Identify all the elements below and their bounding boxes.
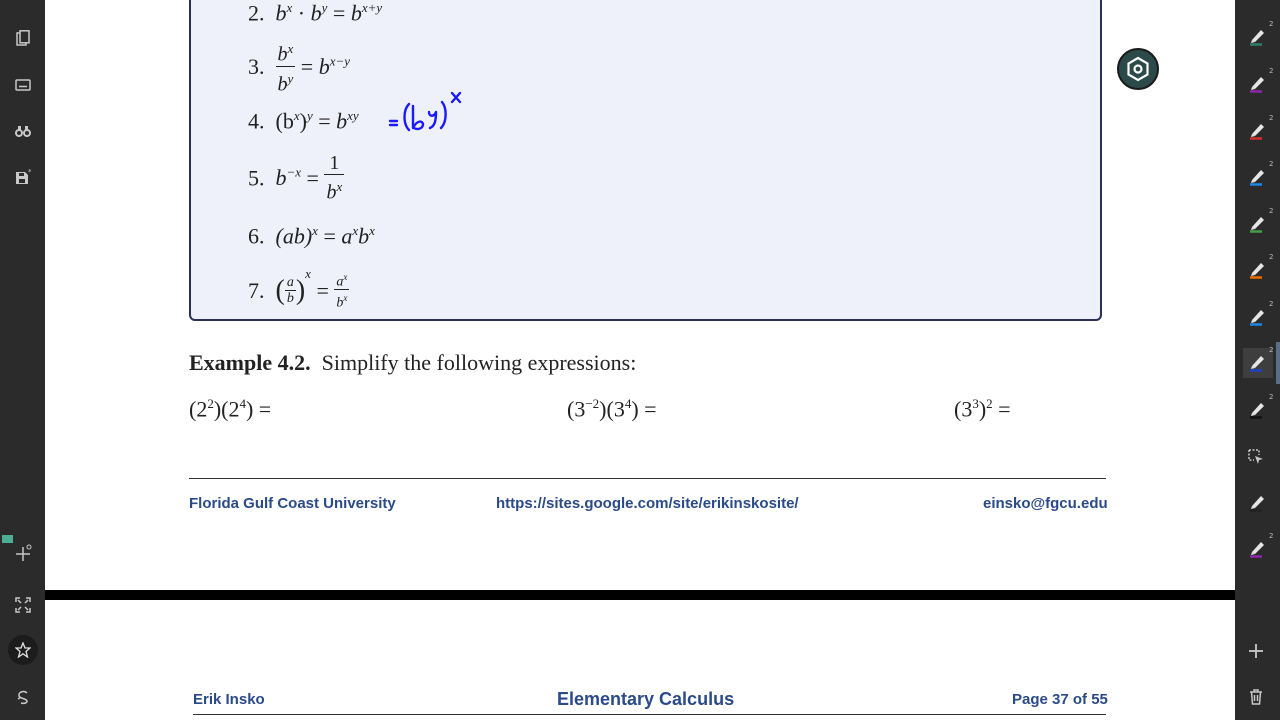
header-divider (193, 714, 1106, 715)
pen-size-label: 2 (1269, 300, 1274, 308)
right-toolbar: 2 2 2 2 2 2 2 2 2 2 (1235, 0, 1280, 720)
star-icon[interactable] (8, 635, 38, 665)
example-heading: Example 4.2. Simplify the following expr… (189, 350, 637, 375)
example-expression-3: (33)2 = (954, 396, 1011, 422)
example-expression-2: (3−2)(34) = (567, 396, 657, 422)
pages-icon[interactable] (8, 23, 38, 53)
pen-size-label: 2 (1269, 114, 1274, 122)
footer-divider (189, 478, 1106, 479)
rule-5: 5. b−x = 1 bx (248, 152, 345, 204)
pen-icon (1250, 263, 1264, 279)
rule-4: 4. (bx)y = bxy (248, 108, 359, 134)
pen-tool-11[interactable]: 2 (1243, 532, 1274, 564)
pen-size-label: 2 (1269, 346, 1274, 354)
trash-icon[interactable] (1241, 682, 1271, 712)
svg-text:*: * (28, 168, 32, 176)
pen-size-label: 2 (1269, 207, 1274, 215)
floating-menu-button[interactable] (1117, 48, 1159, 90)
add-page-icon[interactable] (2, 535, 38, 568)
binoculars-icon[interactable] (8, 116, 38, 146)
hexagon-icon (1127, 56, 1149, 82)
keyboard-icon[interactable] (8, 70, 38, 100)
pen-tool-9[interactable]: 2 (1243, 393, 1274, 425)
rule-3: 3. bx by = bx−y (248, 38, 350, 96)
pen-icon (1250, 170, 1264, 186)
pen-icon (1250, 542, 1264, 558)
handwritten-annotation (388, 91, 462, 132)
pen-size-label: 2 (1269, 67, 1274, 75)
lasso-icon[interactable] (8, 682, 38, 712)
pen-tool-4[interactable]: 2 (1243, 160, 1274, 192)
page-author: Erik Insko (193, 691, 265, 708)
rule-7: 7. ( a b )x = ax bx (248, 266, 350, 312)
page-header-title: Elementary Calculus (557, 689, 735, 709)
footer-email[interactable]: einsko@fgcu.edu (983, 495, 1108, 512)
page-indicator: Page 37 of 55 (1012, 691, 1108, 708)
pen-tool-8[interactable]: 2 (1243, 346, 1274, 378)
pen-icon (1250, 217, 1264, 233)
pen-tool-10[interactable] (1243, 488, 1273, 518)
left-toolbar: * (0, 0, 45, 720)
example-expression-1: (22)(24) = (189, 396, 272, 422)
pen-size-label: 2 (1269, 253, 1274, 261)
pen-icon (1250, 30, 1264, 46)
pen-size-label: 2 (1269, 160, 1274, 168)
pen-tool-3[interactable]: 2 (1243, 114, 1274, 146)
select-cursor-icon[interactable] (1241, 442, 1271, 472)
pen-tool-5[interactable]: 2 (1243, 207, 1274, 239)
page-separator (45, 590, 1235, 600)
pen-size-label: 2 (1269, 532, 1274, 540)
add-tool-icon[interactable] (1241, 636, 1271, 666)
save-icon[interactable]: * (8, 162, 38, 192)
pen-tool-2[interactable]: 2 (1243, 67, 1274, 99)
pen-icon (1250, 496, 1264, 512)
pen-size-label: 2 (1269, 20, 1274, 28)
pen-icon (1250, 356, 1264, 372)
pen-tool-1[interactable]: 2 (1243, 20, 1274, 52)
pen-icon (1250, 403, 1264, 419)
rule-2: 2. bx · by = bx+y (248, 0, 383, 26)
pen-tool-6[interactable]: 2 (1243, 253, 1274, 285)
footer-url[interactable]: https://sites.google.com/site/erikinskos… (496, 495, 799, 512)
pen-tool-7[interactable]: 2 (1243, 300, 1274, 332)
fit-screen-icon[interactable] (8, 590, 38, 620)
pen-icon (1250, 124, 1264, 140)
pen-icon (1250, 77, 1264, 93)
footer-university: Florida Gulf Coast University (189, 495, 396, 512)
pen-size-label: 2 (1269, 393, 1274, 401)
pen-icon (1250, 310, 1264, 326)
toolbar-scrollbar[interactable] (1276, 342, 1280, 384)
rule-6: 6. (ab)x = axbx (248, 223, 375, 249)
